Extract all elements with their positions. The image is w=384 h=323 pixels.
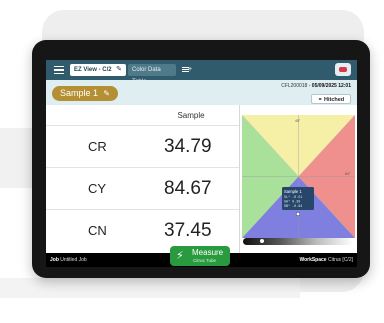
row-label: CY	[88, 181, 107, 196]
datetime: 05/09/2025 12:01	[311, 83, 351, 89]
link-icon: ⚭	[317, 97, 323, 103]
table-row: CR 34.79	[46, 125, 239, 167]
slider-knob[interactable]	[259, 239, 264, 243]
row-label: CR	[88, 139, 107, 154]
table-row: CN 37.45	[46, 209, 239, 251]
top-bar: EZ View - C/2 ✎ Color Data Table +	[46, 60, 357, 85]
add-list-icon[interactable]: +	[180, 64, 194, 76]
divider	[239, 105, 240, 253]
lightness-slider[interactable]	[243, 238, 353, 245]
popup-line: SA* 0.39	[284, 200, 300, 205]
job-info[interactable]: Job Untitled Job	[50, 253, 87, 267]
data-table: Sample CR 34.79 CY 84.67 CN 37.45	[46, 105, 239, 253]
workspace-label: WorkSpace	[299, 257, 327, 263]
hitched-button[interactable]: ⚭ Hitched	[311, 94, 351, 104]
job-label: Job	[50, 257, 59, 263]
color-difference-chart[interactable]: 45° 84° Sample 1 SL* -0.51 SA* 0.39 SB* …	[242, 115, 355, 238]
sample-name: Sample 1	[60, 88, 99, 98]
sample-selector[interactable]: Sample 1 ✎	[52, 86, 118, 101]
device-meta: CFL200018 - 05/09/2025 12:01	[281, 83, 351, 89]
row-value: 34.79	[164, 136, 212, 157]
hamburger-icon[interactable]	[50, 63, 68, 77]
chart-label-right: 84°	[345, 172, 351, 176]
tab-ez-view[interactable]: EZ View - C/2 ✎	[70, 64, 126, 76]
hitched-label: Hitched	[323, 97, 345, 103]
measure-button[interactable]: ⚡ Measure Citrus Tube	[170, 246, 230, 266]
popup-line: SL* -0.51	[284, 195, 302, 200]
measure-sub: Citrus Tube	[193, 258, 217, 263]
measure-label: Measure	[192, 248, 224, 257]
row-label: CN	[88, 223, 107, 238]
background-strip	[0, 278, 300, 298]
workspace-info[interactable]: WorkSpace Citrus [C/2]	[299, 253, 353, 267]
popup-line: SB* -0.64	[284, 204, 302, 209]
sample-marker[interactable]	[295, 211, 301, 217]
lightning-icon: ⚡	[176, 250, 184, 262]
device-id: CFL200018	[281, 83, 308, 89]
device-status-icon[interactable]	[335, 63, 351, 76]
workspace-value: Citrus [C/2]	[327, 257, 353, 263]
popup-title: Sample 1	[284, 189, 302, 194]
chart-label-top: 45°	[295, 119, 301, 123]
table-row: CY 84.67	[46, 167, 239, 209]
tab-label: EZ View - C/2	[74, 67, 112, 73]
app-screen: EZ View - C/2 ✎ Color Data Table + Sampl…	[46, 60, 357, 267]
column-header: Sample	[177, 111, 205, 120]
edit-icon[interactable]: ✎	[116, 64, 122, 76]
sample-bar: Sample 1 ✎ CFL200018 - 05/09/2025 12:01 …	[46, 80, 357, 105]
pencil-icon: ✎	[103, 89, 110, 98]
row-value: 84.67	[164, 178, 212, 199]
tab-color-data-table[interactable]: Color Data Table	[128, 64, 176, 85]
job-value: Untitled Job	[60, 257, 87, 263]
